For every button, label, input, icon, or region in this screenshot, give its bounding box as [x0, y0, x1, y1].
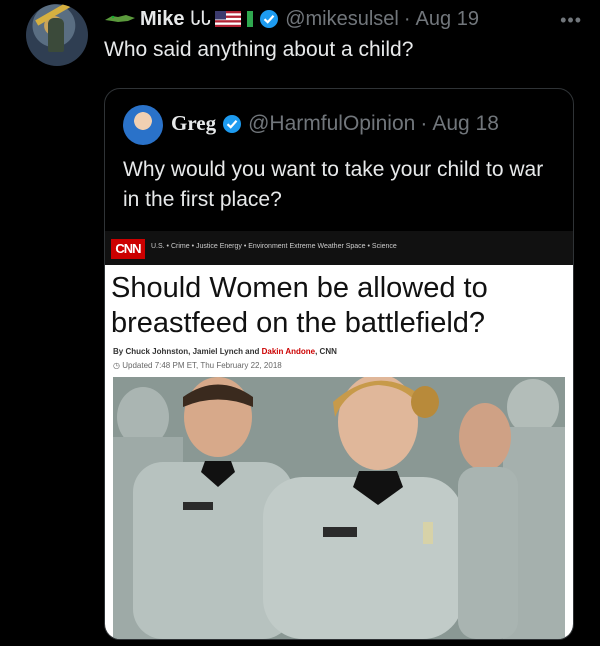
- article-screenshot[interactable]: CNN U.S. • Crime • Justice Energy • Envi…: [105, 231, 573, 639]
- quoted-author-name[interactable]: Greg: [171, 111, 216, 136]
- byline-highlight: Dakin Andone: [261, 347, 316, 356]
- article-byline: By Chuck Johnston, Jamiel Lynch and Daki…: [113, 347, 337, 356]
- cnn-nav-links: U.S. • Crime • Justice Energy • Environm…: [151, 243, 397, 250]
- cnn-logo: CNN: [111, 239, 145, 259]
- quoted-date[interactable]: Aug 18: [432, 112, 499, 136]
- quoted-handle[interactable]: @HarmfulOpinion: [248, 112, 415, 136]
- tweet-date[interactable]: Aug 19: [416, 8, 479, 31]
- tweet-avatar[interactable]: [26, 4, 88, 66]
- quoted-header: Greg @HarmfulOpinion · Aug 18: [171, 111, 499, 136]
- article-photo-soldiers: [113, 377, 565, 639]
- tweet-text: Who said anything about a child?: [104, 38, 414, 61]
- quoted-text: Why would you want to take your child to…: [123, 158, 544, 211]
- author-name-glyph: ᏓᏓ: [190, 7, 212, 30]
- updated-text: Updated 7:48 PM ET, Thu February 22, 201…: [122, 361, 282, 370]
- tweet-header: Mike ᏓᏓ @mikesulsel · Aug 19: [104, 6, 479, 32]
- article-updated: ◷ Updated 7:48 PM ET, Thu February 22, 2…: [113, 361, 282, 370]
- cnn-nav-bar: CNN U.S. • Crime • Justice Energy • Envi…: [105, 231, 573, 265]
- author-handle[interactable]: @mikesulsel: [285, 8, 399, 31]
- us-flag-icon: [215, 11, 242, 27]
- clock-icon: ◷: [113, 361, 120, 370]
- verified-badge-icon: [260, 10, 279, 28]
- verified-badge-icon: [223, 114, 242, 133]
- more-options-icon[interactable]: •••: [560, 10, 582, 31]
- article-headline: Should Women be allowed to breastfeed on…: [111, 272, 488, 339]
- green-bar-icon: [247, 11, 254, 27]
- separator-dot: ·: [420, 111, 428, 135]
- crocodile-emoji-icon: [105, 15, 135, 22]
- author-name[interactable]: Mike: [140, 8, 184, 31]
- quoted-tweet-card[interactable]: Greg @HarmfulOpinion · Aug 18 Why would …: [104, 88, 574, 640]
- separator-dot: ·: [403, 7, 411, 30]
- byline-suffix: , CNN: [315, 347, 337, 356]
- quoted-avatar[interactable]: [123, 105, 163, 145]
- byline-prefix: By Chuck Johnston, Jamiel Lynch and: [113, 347, 262, 356]
